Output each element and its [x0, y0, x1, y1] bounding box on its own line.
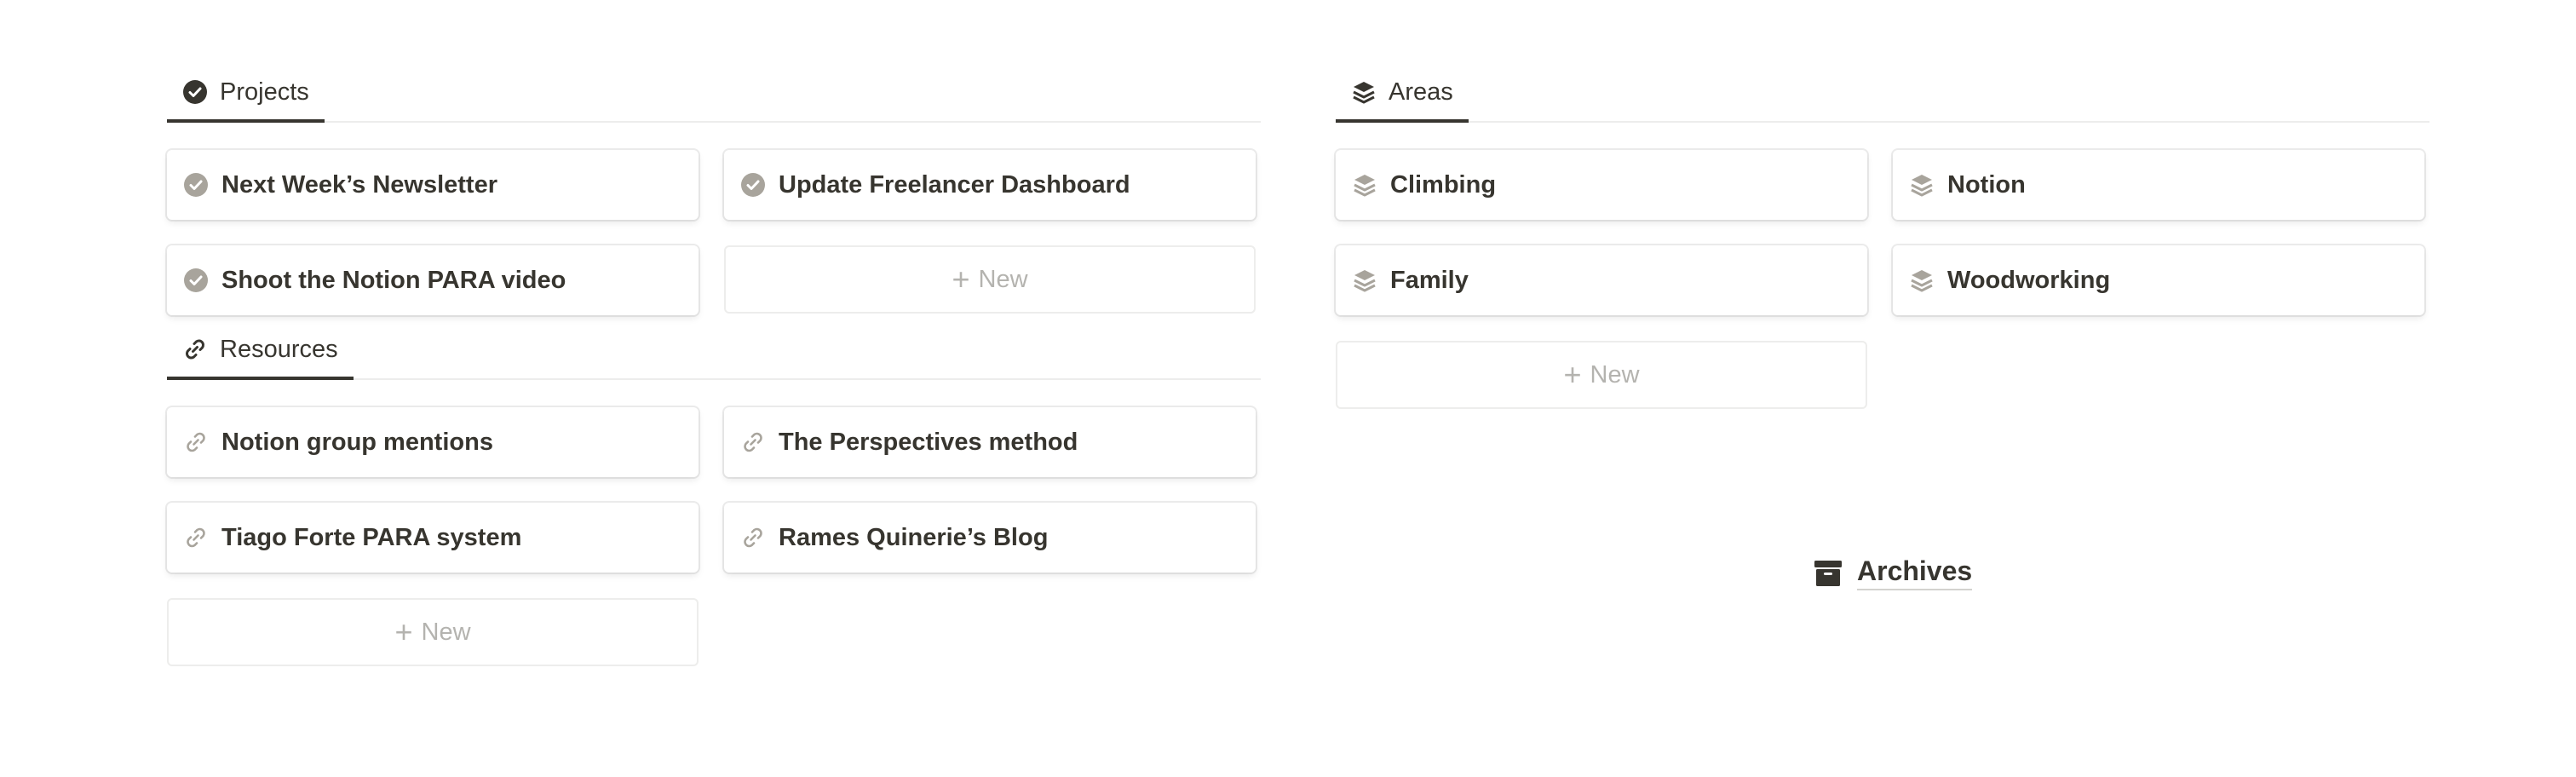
- tab-label: Areas: [1389, 78, 1453, 106]
- link-icon: [739, 429, 767, 456]
- archives-link[interactable]: Archives: [1813, 555, 1973, 590]
- new-area-button[interactable]: + New: [1336, 341, 1867, 409]
- resources-gallery: Notion group mentions The Perspectives m…: [167, 407, 1261, 666]
- left-column: Projects Next Week’s Newsletter Update F…: [167, 0, 1261, 666]
- link-icon: [182, 337, 208, 362]
- card-title: Woodworking: [1947, 266, 2111, 294]
- resource-card[interactable]: Tiago Forte PARA system: [167, 503, 699, 573]
- project-card[interactable]: Update Freelancer Dashboard: [724, 150, 1256, 220]
- card-title: Notion group mentions: [221, 428, 493, 456]
- card-title: Climbing: [1390, 170, 1497, 199]
- new-label: New: [1590, 360, 1640, 388]
- new-label: New: [421, 618, 471, 646]
- new-resource-button[interactable]: + New: [167, 598, 699, 666]
- tab-label: Projects: [220, 78, 309, 106]
- layers-icon: [1908, 267, 1935, 294]
- areas-tabbar: Areas: [1336, 63, 2429, 123]
- area-card[interactable]: Family: [1336, 245, 1867, 315]
- tab-areas[interactable]: Areas: [1336, 65, 1469, 123]
- archive-box-icon: [1813, 558, 1843, 589]
- card-title: Rames Quinerie’s Blog: [779, 523, 1049, 551]
- project-card[interactable]: Next Week’s Newsletter: [167, 150, 699, 220]
- projects-gallery: Next Week’s Newsletter Update Freelancer…: [167, 150, 1261, 315]
- resources-tabbar: Resources: [167, 320, 1261, 380]
- plus-icon: +: [1563, 357, 1582, 392]
- resource-card[interactable]: Notion group mentions: [167, 407, 699, 477]
- tab-projects[interactable]: Projects: [167, 65, 325, 123]
- card-title: Shoot the Notion PARA video: [221, 266, 566, 294]
- card-title: Next Week’s Newsletter: [221, 170, 497, 199]
- card-title: Tiago Forte PARA system: [221, 523, 522, 551]
- check-circle-icon: [182, 79, 208, 105]
- layers-icon: [1351, 267, 1378, 294]
- resource-card[interactable]: Rames Quinerie’s Blog: [724, 503, 1256, 573]
- layers-icon: [1908, 171, 1935, 199]
- right-column: Areas Climbing Notion Family Woodworking…: [1336, 0, 2429, 409]
- card-title: The Perspectives method: [779, 428, 1078, 456]
- link-icon: [182, 524, 210, 551]
- new-project-button[interactable]: + New: [724, 245, 1256, 314]
- layers-icon: [1351, 171, 1378, 199]
- project-card[interactable]: Shoot the Notion PARA video: [167, 245, 699, 315]
- check-circle-icon: [739, 171, 767, 199]
- link-icon: [182, 429, 210, 456]
- link-icon: [739, 524, 767, 551]
- card-title: Family: [1390, 266, 1469, 294]
- area-card[interactable]: Climbing: [1336, 150, 1867, 220]
- resource-card[interactable]: The Perspectives method: [724, 407, 1256, 477]
- area-card[interactable]: Woodworking: [1893, 245, 2424, 315]
- check-circle-icon: [182, 267, 210, 294]
- areas-gallery: Climbing Notion Family Woodworking + New: [1336, 150, 2429, 409]
- projects-tabbar: Projects: [167, 63, 1261, 123]
- tab-label: Resources: [220, 335, 338, 363]
- new-label: New: [978, 265, 1028, 293]
- plus-icon: +: [952, 262, 970, 296]
- archives-label: Archives: [1857, 555, 1973, 590]
- tab-resources[interactable]: Resources: [167, 322, 354, 380]
- area-card[interactable]: Notion: [1893, 150, 2424, 220]
- card-title: Update Freelancer Dashboard: [779, 170, 1130, 199]
- plus-icon: +: [394, 614, 413, 649]
- check-circle-icon: [182, 171, 210, 199]
- layers-icon: [1351, 79, 1377, 105]
- card-title: Notion: [1947, 170, 2026, 199]
